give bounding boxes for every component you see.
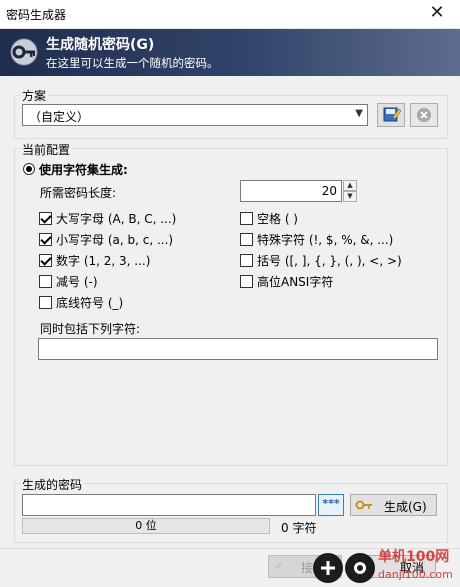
include-chars-input[interactable] xyxy=(38,338,438,360)
special-label: 特殊字符 (!, $, %, &, ...) xyxy=(257,233,394,247)
delete-profile-button[interactable] xyxy=(410,103,438,127)
uppercase-checkbox[interactable] xyxy=(39,212,52,225)
length-spin-down[interactable]: ▼ xyxy=(343,191,357,202)
site-watermark: 单机100网 danji100.com xyxy=(300,540,460,587)
include-chars-label: 同时包括下列字符: xyxy=(40,322,141,336)
generate-button-label: 生成(G) xyxy=(384,500,427,514)
generated-group-label: 生成的密码 xyxy=(20,476,85,493)
watermark-title: 单机100网 xyxy=(378,549,450,565)
close-icon[interactable]: ✕ xyxy=(414,0,460,28)
chevron-down-icon: ▼ xyxy=(355,108,363,119)
charset-mode-radio[interactable] xyxy=(23,163,35,175)
digits-checkbox[interactable] xyxy=(39,254,52,267)
generated-password-field[interactable] xyxy=(22,494,316,516)
profile-select[interactable]: （自定义） ▼ xyxy=(22,104,368,126)
key-icon xyxy=(10,38,38,66)
char-count-text: 0 字符 xyxy=(281,521,317,535)
password-quality-bar: 0 位 xyxy=(22,518,270,534)
digits-label: 数字 (1, 2, 3, ...) xyxy=(56,254,151,268)
save-profile-button[interactable] xyxy=(377,103,405,127)
minus-checkbox[interactable] xyxy=(39,275,52,288)
delete-profile-icon xyxy=(417,108,431,122)
space-label: 空格 ( ) xyxy=(257,212,298,226)
save-profile-icon xyxy=(383,107,402,122)
space-checkbox[interactable] xyxy=(240,212,253,225)
banner-subtitle: 在这里可以生成一个随机的密码。 xyxy=(46,56,219,70)
watermark-logo-icon xyxy=(313,553,375,583)
high-ansi-checkbox[interactable] xyxy=(240,275,253,288)
config-group-label: 当前配置 xyxy=(20,141,73,158)
profile-group-label: 方案 xyxy=(20,87,49,104)
underline-checkbox[interactable] xyxy=(39,296,52,309)
key-small-icon xyxy=(355,500,372,510)
brackets-label: 括号 ([, ], {, }, (, ), <, >) xyxy=(257,254,402,268)
window-title: 密码生成器 xyxy=(6,8,67,22)
banner-heading: 生成随机密码(G) xyxy=(46,37,155,53)
charset-mode-label: 使用字符集生成: xyxy=(39,163,128,177)
title-bar: 密码生成器 ✕ xyxy=(0,0,460,29)
hide-password-toggle[interactable]: *** xyxy=(318,494,344,516)
watermark-url: danji100.com xyxy=(378,568,453,581)
high-ansi-label: 高位ANSI字符 xyxy=(257,275,334,289)
check-icon: ✔ xyxy=(274,559,285,573)
profile-selected-value: （自定义） xyxy=(29,110,90,124)
underline-label: 底线符号 (_) xyxy=(56,296,124,310)
length-label: 所需密码长度: xyxy=(40,186,117,200)
special-checkbox[interactable] xyxy=(240,233,253,246)
minus-label: 减号 (-) xyxy=(56,275,98,289)
uppercase-label: 大写字母 (A, B, C, ...) xyxy=(56,212,177,226)
lowercase-checkbox[interactable] xyxy=(39,233,52,246)
generate-button[interactable]: 生成(G) xyxy=(350,494,437,516)
header-banner: 生成随机密码(G) 在这里可以生成一个随机的密码。 xyxy=(0,29,460,76)
password-quality-text: 0 位 xyxy=(135,519,157,532)
length-spin-up[interactable]: ▲ xyxy=(343,180,357,191)
lowercase-label: 小写字母 (a, b, c, ...) xyxy=(56,233,174,247)
brackets-checkbox[interactable] xyxy=(240,254,253,267)
length-input[interactable]: 20 xyxy=(240,180,342,202)
